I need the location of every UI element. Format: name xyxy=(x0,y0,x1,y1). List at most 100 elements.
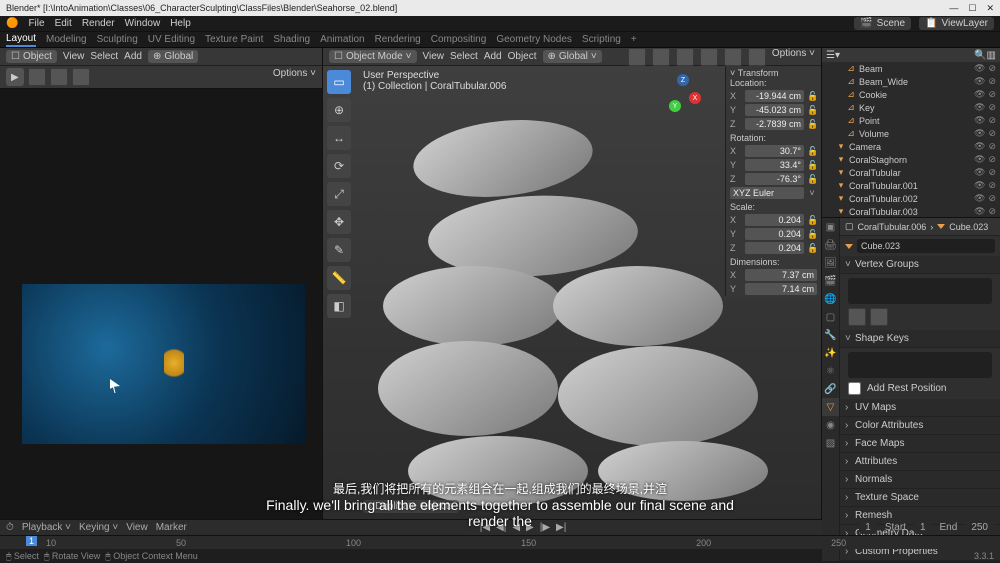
orient-dropdown-left[interactable]: ⊕ Global xyxy=(148,50,198,63)
outliner-item[interactable]: ▾CoralTubular👁⊘ xyxy=(822,166,1000,179)
ptab-viewlayer[interactable]: 🖼 xyxy=(822,254,839,272)
tab-layout[interactable]: Layout xyxy=(6,33,36,47)
timeline-marker[interactable]: Marker xyxy=(156,522,187,533)
props-section[interactable]: ›Color Attributes xyxy=(840,417,1000,435)
lock-icon[interactable]: 🔓 xyxy=(807,146,817,157)
eye-icon[interactable]: 👁 xyxy=(974,128,985,139)
chevron-right-icon[interactable]: › xyxy=(845,456,855,467)
keying-dropdown[interactable]: Keying ˅ xyxy=(79,522,118,533)
lock-icon[interactable]: 🔓 xyxy=(807,119,817,130)
disable-icon[interactable]: ⊘ xyxy=(988,193,996,204)
eye-icon[interactable]: 👁 xyxy=(974,76,985,87)
viewlayer-selector[interactable]: 📋 ViewLayer xyxy=(919,17,994,30)
chevron-right-icon[interactable]: › xyxy=(845,510,855,521)
play-fwd-icon[interactable]: ▶ xyxy=(526,522,534,533)
ptab-texture[interactable]: ▨ xyxy=(822,434,839,452)
play-icon[interactable]: ▶ xyxy=(6,68,24,86)
shading-render-icon[interactable] xyxy=(748,48,766,66)
tab-shading[interactable]: Shading xyxy=(273,34,310,45)
props-section[interactable]: ›UV Maps xyxy=(840,399,1000,417)
menu-window[interactable]: Window xyxy=(125,18,161,29)
nav-gizmo[interactable]: X Y Z xyxy=(663,74,701,112)
disable-icon[interactable]: ⊘ xyxy=(988,128,996,139)
maximize-icon[interactable]: ☐ xyxy=(968,3,976,14)
menu-help[interactable]: Help xyxy=(170,18,191,29)
shading-btn-3[interactable] xyxy=(72,68,90,86)
tab-geonodes[interactable]: Geometry Nodes xyxy=(496,34,572,45)
disable-icon[interactable]: ⊘ xyxy=(988,76,996,87)
options-left[interactable]: Options ˅ xyxy=(273,68,316,79)
props-section[interactable]: ›Face Maps xyxy=(840,435,1000,453)
props-section[interactable]: ›Texture Space xyxy=(840,489,1000,507)
rot-z[interactable]: -76.3° xyxy=(745,173,804,185)
disable-icon[interactable]: ⊘ xyxy=(988,167,996,178)
ptab-render[interactable]: ▣ xyxy=(822,218,839,236)
rot-x[interactable]: 30.7° xyxy=(745,145,804,157)
close-icon[interactable]: ✕ xyxy=(986,3,994,14)
axis-x-icon[interactable]: X xyxy=(689,92,701,104)
hdr-select-left[interactable]: Select xyxy=(90,51,118,62)
rot-y[interactable]: 33.4° xyxy=(745,159,804,171)
section-shape-keys[interactable]: Shape Keys xyxy=(855,333,909,344)
play-rev-icon[interactable]: ◀ xyxy=(512,522,520,533)
eye-icon[interactable]: 👁 xyxy=(974,115,985,126)
timeline-frames[interactable]: 1 10 50 100 150 200 250 xyxy=(0,535,1000,549)
crumb-mesh[interactable]: Cube.023 xyxy=(949,222,988,232)
lock-icon[interactable]: 🔓 xyxy=(807,243,817,254)
menu-render[interactable]: Render xyxy=(82,18,115,29)
next-key-icon[interactable]: |▶ xyxy=(540,522,550,533)
ptab-material[interactable]: ◉ xyxy=(822,416,839,434)
ptab-output[interactable]: 🖨 xyxy=(822,236,839,254)
props-section[interactable]: ›Attributes xyxy=(840,453,1000,471)
sk-list[interactable] xyxy=(848,352,992,378)
frame-end[interactable]: 250 xyxy=(965,521,994,534)
frame-start[interactable]: 1 xyxy=(914,521,932,534)
scl-y[interactable]: 0.204 xyxy=(745,228,804,240)
lock-icon[interactable]: 🔓 xyxy=(807,215,817,226)
loc-z[interactable]: -2.7839 cm xyxy=(745,118,804,130)
ptab-particles[interactable]: ✨ xyxy=(822,344,839,362)
eye-icon[interactable]: 👁 xyxy=(974,141,985,152)
outliner-item[interactable]: ⊿Cookie👁⊘ xyxy=(822,88,1000,101)
mode-dropdown-left[interactable]: ☐ Object xyxy=(6,50,57,63)
tab-add-icon[interactable]: + xyxy=(631,34,637,45)
eye-icon[interactable]: 👁 xyxy=(974,180,985,191)
search-icon[interactable]: 🔍 xyxy=(974,50,986,61)
chevron-right-icon[interactable]: › xyxy=(845,492,855,503)
filter-icon[interactable]: ☰▾ xyxy=(826,50,840,61)
timeline-view[interactable]: View xyxy=(126,522,148,533)
minimize-icon[interactable]: — xyxy=(949,3,958,14)
loc-x[interactable]: -19.944 cm xyxy=(745,90,804,102)
outliner-item[interactable]: ⊿Beam_Wide👁⊘ xyxy=(822,75,1000,88)
outliner-item[interactable]: ▾CoralTubular.003👁⊘ xyxy=(822,205,1000,218)
tab-rendering[interactable]: Rendering xyxy=(375,34,421,45)
jump-end-icon[interactable]: ▶| xyxy=(556,522,566,533)
lock-icon[interactable]: 🔓 xyxy=(807,229,817,240)
hdr-select[interactable]: Select xyxy=(450,51,478,62)
orient-dropdown[interactable]: ⊕ Global ˅ xyxy=(543,50,602,63)
playback-dropdown[interactable]: Playback ˅ xyxy=(22,522,71,533)
add-rest-checkbox[interactable] xyxy=(848,382,861,395)
ptab-physics[interactable]: ⚛ xyxy=(822,362,839,380)
shading-btn-2[interactable] xyxy=(50,68,68,86)
eye-icon[interactable]: 👁 xyxy=(974,89,985,100)
last-op-label[interactable]: › Duplicate Objects xyxy=(363,500,459,513)
disable-icon[interactable]: ⊘ xyxy=(988,89,996,100)
chevron-down-icon[interactable]: ˅ xyxy=(845,259,855,270)
move-tool[interactable]: ↔ xyxy=(327,126,351,150)
hdr-view[interactable]: View xyxy=(423,51,445,62)
scene-selector[interactable]: 🎬 Scene xyxy=(854,17,911,30)
shading-solid-icon[interactable] xyxy=(700,48,718,66)
eye-icon[interactable]: 👁 xyxy=(974,206,985,217)
jump-start-icon[interactable]: |◀ xyxy=(480,522,490,533)
disable-icon[interactable]: ⊘ xyxy=(988,206,996,217)
measure-tool[interactable]: 📏 xyxy=(327,266,351,290)
menu-file[interactable]: File xyxy=(28,18,44,29)
tab-scripting[interactable]: Scripting xyxy=(582,34,621,45)
annotate-tool[interactable]: ✎ xyxy=(327,238,351,262)
disable-icon[interactable]: ⊘ xyxy=(988,115,996,126)
rotate-tool[interactable]: ⟳ xyxy=(327,154,351,178)
outliner-item[interactable]: ▾CoralTubular.001👁⊘ xyxy=(822,179,1000,192)
cursor-tool[interactable]: ⊕ xyxy=(327,98,351,122)
axis-z-icon[interactable]: Z xyxy=(677,74,689,86)
